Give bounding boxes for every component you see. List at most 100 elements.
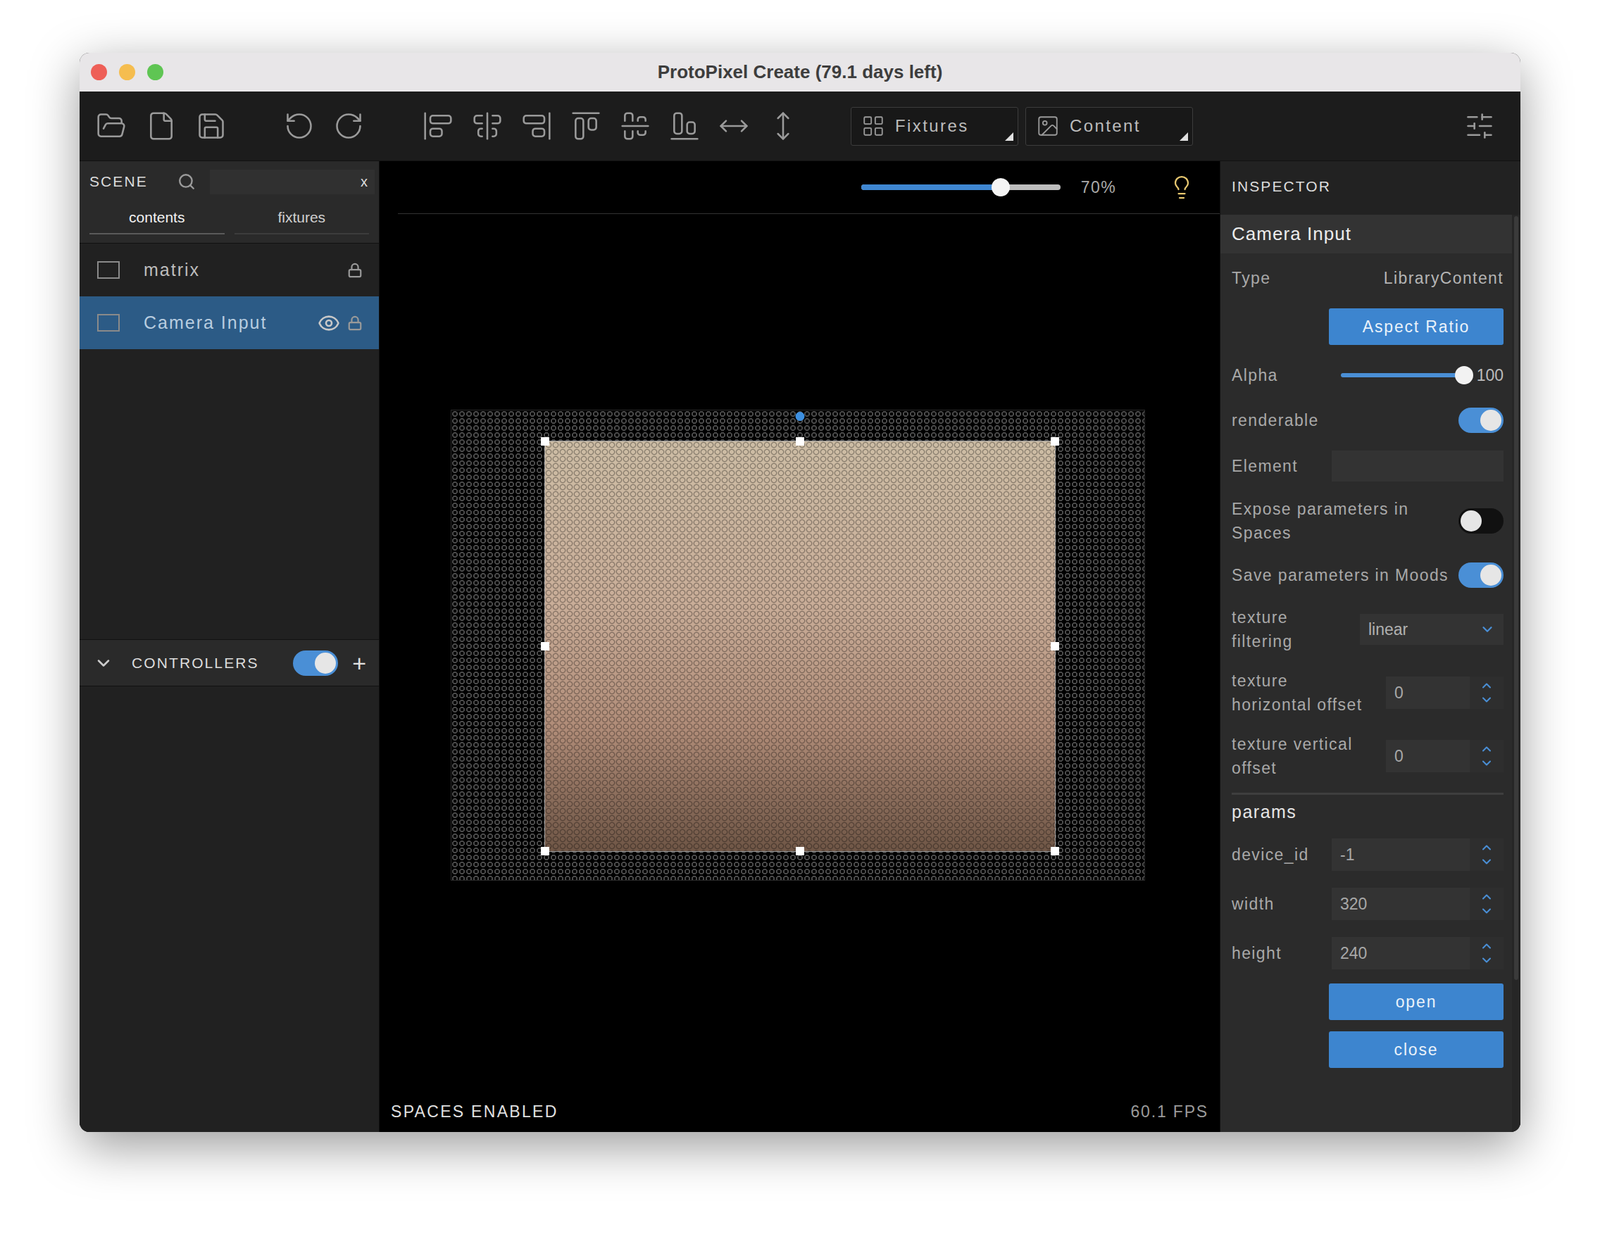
search-input[interactable] (216, 171, 361, 193)
canvas[interactable] (379, 214, 1220, 1092)
up-arrow-icon[interactable] (1479, 742, 1494, 757)
resize-handle[interactable] (795, 847, 805, 856)
property-toggle[interactable] (1458, 562, 1504, 589)
inspector-button[interactable]: close (1328, 1031, 1504, 1069)
lock-icon[interactable] (347, 315, 363, 331)
new-file-icon[interactable] (145, 110, 177, 142)
scene-item[interactable]: matrix (79, 243, 379, 297)
scene-tab[interactable]: fixtures (234, 202, 370, 235)
property-toggle[interactable] (1458, 407, 1504, 434)
filter-select[interactable]: linear (1359, 614, 1504, 646)
align-left-icon[interactable] (422, 110, 454, 142)
toggle-row: Expose parameters in Spaces (1220, 491, 1512, 551)
camera-input-content[interactable] (544, 440, 1056, 853)
inspector-body: Camera InputTypeLibraryContentAspect Rat… (1220, 214, 1512, 1133)
section-title: Camera Input (1220, 214, 1512, 254)
field-row: Element (1220, 445, 1512, 488)
down-arrow-icon[interactable] (1479, 953, 1494, 968)
number-value[interactable]: 240 (1331, 937, 1470, 970)
resize-handle[interactable] (540, 847, 550, 856)
search-icon[interactable] (177, 172, 196, 191)
item-checkbox[interactable] (97, 314, 120, 332)
spinner[interactable] (1469, 838, 1504, 872)
slider-thumb[interactable] (1454, 366, 1474, 385)
resize-handle[interactable] (1050, 437, 1060, 446)
controllers-header: CONTROLLERS+ (79, 640, 379, 686)
close-window-button[interactable] (90, 64, 108, 81)
number-value[interactable]: 320 (1331, 888, 1470, 921)
toolbar-dropdown[interactable]: Content (1025, 107, 1193, 146)
zoom-slider[interactable] (861, 178, 1061, 197)
align-middle-icon[interactable] (619, 110, 651, 142)
spinner[interactable] (1469, 888, 1504, 921)
number-field[interactable]: 0 (1385, 740, 1504, 773)
align-center-icon[interactable] (471, 110, 503, 142)
resize-handle[interactable] (795, 437, 805, 446)
lock-icon[interactable] (347, 262, 363, 279)
chevron-down-icon[interactable] (1479, 621, 1496, 638)
spinner[interactable] (1469, 676, 1504, 710)
undo-icon[interactable] (283, 110, 315, 142)
spinner[interactable] (1469, 740, 1504, 773)
number-value[interactable]: -1 (1331, 838, 1470, 872)
alpha-slider[interactable] (1340, 366, 1465, 385)
resize-handle[interactable] (1050, 642, 1060, 651)
minimize-window-button[interactable] (119, 64, 136, 81)
visibility-eye-icon[interactable] (317, 311, 341, 335)
down-arrow-icon[interactable] (1479, 904, 1494, 919)
scene-tab[interactable]: contents (89, 202, 225, 235)
number-value[interactable]: 0 (1385, 740, 1470, 773)
scrollbar[interactable] (1511, 214, 1521, 1133)
redo-icon[interactable] (333, 110, 365, 142)
distribute-horizontal-icon[interactable] (718, 110, 750, 142)
add-controller-button[interactable]: + (352, 651, 367, 676)
scene-item[interactable]: Camera Input (79, 296, 379, 350)
scene-list: matrixCamera Input (79, 242, 379, 641)
up-arrow-icon[interactable] (1479, 939, 1494, 954)
controllers-toggle[interactable] (292, 650, 339, 677)
inspector-button[interactable]: Aspect Ratio (1328, 308, 1504, 346)
led-matrix[interactable] (450, 409, 1146, 881)
number-field[interactable]: 240 (1331, 937, 1504, 970)
toggle-row: Save parameters in Moods (1220, 554, 1512, 596)
distribute-vertical-icon[interactable] (767, 110, 799, 142)
resize-handle[interactable] (540, 642, 550, 651)
spinner[interactable] (1469, 937, 1504, 970)
scrollbar-thumb[interactable] (1514, 216, 1519, 981)
lightbulb-icon[interactable] (1169, 174, 1195, 200)
resize-handle[interactable] (540, 437, 550, 446)
number-field[interactable]: 0 (1385, 676, 1504, 710)
toggle-knob (1480, 564, 1502, 586)
inspector-button[interactable]: open (1328, 983, 1504, 1021)
zoom-window-button[interactable] (147, 64, 164, 81)
collapse-chevron-icon[interactable] (93, 653, 114, 674)
zoom-thumb[interactable] (991, 178, 1010, 197)
number-row: device_id-1 (1220, 830, 1512, 880)
down-arrow-icon[interactable] (1479, 756, 1494, 771)
up-arrow-icon[interactable] (1479, 678, 1494, 693)
search-box[interactable]: x (209, 169, 375, 195)
align-bottom-icon[interactable] (669, 110, 700, 142)
open-folder-icon[interactable] (95, 110, 127, 142)
rotate-handle[interactable] (795, 411, 805, 422)
main-area: SCENExcontentsfixturesmatrixCamera Input… (79, 161, 1521, 1133)
element-input[interactable] (1331, 450, 1504, 482)
toggle-row: renderable (1220, 400, 1512, 441)
align-right-icon[interactable] (521, 110, 553, 142)
window-title: ProtoPixel Create (79.1 days left) (657, 58, 943, 86)
clear-search-button[interactable]: x (360, 171, 368, 193)
settings-sliders-icon[interactable] (1464, 110, 1496, 142)
align-top-icon[interactable] (570, 110, 602, 142)
toolbar-dropdown[interactable]: Fixtures (850, 107, 1019, 146)
up-arrow-icon[interactable] (1479, 890, 1494, 905)
number-value[interactable]: 0 (1385, 676, 1470, 710)
save-icon[interactable] (195, 110, 227, 142)
item-checkbox[interactable] (97, 261, 120, 279)
down-arrow-icon[interactable] (1479, 854, 1494, 870)
property-toggle[interactable] (1458, 508, 1504, 534)
down-arrow-icon[interactable] (1479, 692, 1494, 708)
up-arrow-icon[interactable] (1479, 840, 1494, 855)
number-field[interactable]: 320 (1331, 888, 1504, 921)
resize-handle[interactable] (1050, 847, 1060, 856)
number-field[interactable]: -1 (1331, 838, 1504, 872)
